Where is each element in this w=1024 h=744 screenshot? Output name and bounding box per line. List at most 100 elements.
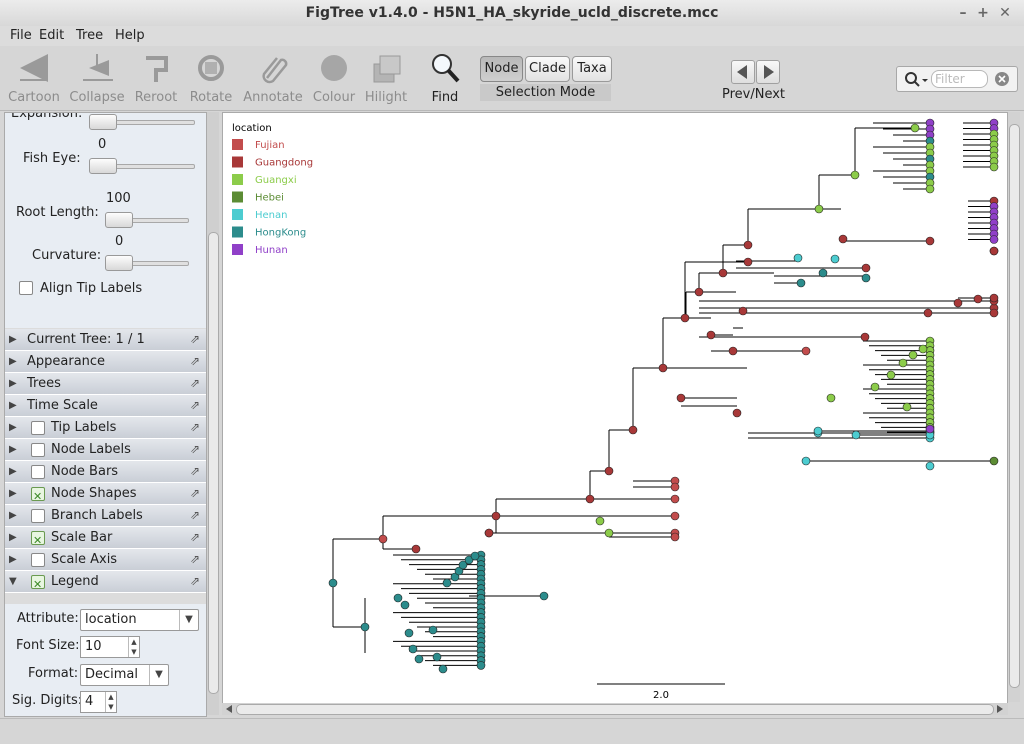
section-time-scale[interactable]: ▶ Time Scale ⇗ — [5, 395, 206, 417]
canvas-vertical-scrollbar[interactable] — [1008, 112, 1020, 702]
menu-file[interactable]: File — [10, 28, 32, 43]
section-trees[interactable]: ▶ Trees ⇗ — [5, 373, 206, 395]
panel-scrollbar[interactable] — [207, 112, 219, 715]
pin-icon[interactable]: ⇗ — [190, 373, 200, 394]
format-select[interactable]: Decimal ▼ — [80, 664, 169, 686]
expansion-slider[interactable] — [89, 114, 195, 130]
hilight-button[interactable]: Hilight — [364, 50, 408, 105]
section-checkbox[interactable] — [31, 530, 45, 551]
spinner-arrows-icon[interactable]: ▲ ▼ — [105, 692, 116, 712]
cartoon-button[interactable]: Cartoon — [6, 50, 62, 105]
pin-icon[interactable]: ⇗ — [190, 439, 200, 460]
pin-icon[interactable]: ⇗ — [190, 571, 200, 592]
collapse-button[interactable]: Collapse — [68, 50, 126, 105]
menu-edit[interactable]: Edit — [39, 28, 64, 43]
section-scale-bar[interactable]: ▶ Scale Bar ⇗ — [5, 527, 206, 551]
slider-knob[interactable] — [89, 158, 117, 174]
tree-node — [886, 370, 896, 380]
fisheye-slider[interactable] — [89, 158, 195, 174]
collapsed-arrow-icon[interactable]: ▶ — [9, 395, 17, 416]
toolbar: Cartoon Collapse Reroot Rotate Annotate … — [0, 46, 1024, 111]
filter-input[interactable]: Filter — [931, 70, 988, 88]
section-branch-labels[interactable]: ▶ Branch Labels ⇗ — [5, 505, 206, 527]
taxa-mode-button[interactable]: Taxa — [572, 56, 612, 82]
cartoon-icon — [20, 54, 48, 82]
pin-icon[interactable]: ⇗ — [190, 395, 200, 416]
rotate-button[interactable]: Rotate — [186, 50, 236, 105]
section-tip-labels[interactable]: ▶ Tip Labels ⇗ — [5, 417, 206, 439]
tree-view[interactable]: location Fujian Guangdong Guangxi Hebei Henan… — [223, 113, 1007, 703]
section-checkbox[interactable] — [31, 486, 45, 507]
section-checkbox[interactable] — [31, 553, 45, 567]
slider-knob[interactable] — [105, 212, 133, 228]
spinner-arrows-icon[interactable]: ▲ ▼ — [128, 637, 139, 657]
colour-button[interactable]: Colour — [310, 50, 358, 105]
section-node-bars[interactable]: ▶ Node Bars ⇗ — [5, 461, 206, 483]
section-checkbox[interactable] — [31, 465, 45, 479]
collapsed-arrow-icon[interactable]: ▶ — [9, 527, 17, 548]
node-mode-button[interactable]: Node — [480, 56, 523, 82]
collapsed-arrow-icon[interactable]: ▶ — [9, 439, 17, 460]
collapsed-arrow-icon[interactable]: ▶ — [9, 549, 17, 570]
find-button[interactable]: Find — [424, 50, 466, 105]
slider-knob[interactable] — [105, 255, 133, 271]
section-appearance[interactable]: ▶ Appearance ⇗ — [5, 351, 206, 373]
search-icon[interactable] — [901, 68, 931, 90]
pin-icon[interactable]: ⇗ — [190, 417, 200, 438]
scrollbar-thumb[interactable] — [208, 232, 219, 694]
attribute-select[interactable]: location ▼ — [80, 609, 199, 631]
clear-icon[interactable] — [994, 71, 1010, 87]
annotate-button[interactable]: Annotate — [242, 50, 304, 105]
font-size-spinner[interactable]: 10 ▲ ▼ — [80, 636, 140, 658]
collapsed-arrow-icon[interactable]: ▶ — [9, 461, 17, 482]
sig-digits-label: Sig. Digits: — [12, 693, 83, 708]
section-legend[interactable]: ▼ Legend ⇗ — [5, 571, 206, 595]
collapsed-arrow-icon[interactable]: ▶ — [9, 373, 17, 394]
menu-tree[interactable]: Tree — [76, 28, 103, 43]
pin-icon[interactable]: ⇗ — [190, 351, 200, 372]
minimize-icon[interactable]: – — [954, 0, 972, 26]
pin-icon[interactable]: ⇗ — [190, 527, 200, 548]
expanded-arrow-icon[interactable]: ▼ — [9, 571, 17, 592]
layout-controls: Expansion: 0 Fish Eye: 100 Root Length: … — [5, 113, 206, 328]
scrollbar-thumb[interactable] — [1009, 124, 1020, 688]
next-button[interactable] — [756, 60, 780, 84]
collapsed-arrow-icon[interactable]: ▶ — [9, 351, 17, 372]
section-checkbox[interactable] — [31, 509, 45, 523]
section-checkbox[interactable] — [31, 574, 45, 595]
tree-node — [470, 551, 480, 561]
root-length-slider[interactable] — [105, 212, 189, 228]
section-node-shapes[interactable]: ▶ Node Shapes ⇗ — [5, 483, 206, 507]
align-tip-labels-checkbox[interactable] — [19, 281, 33, 295]
close-icon[interactable]: ✕ — [996, 0, 1014, 26]
pin-icon[interactable]: ⇗ — [190, 549, 200, 570]
clade-mode-button[interactable]: Clade — [525, 56, 570, 82]
scrollbar-thumb[interactable] — [236, 704, 994, 715]
collapsed-arrow-icon[interactable]: ▶ — [9, 417, 17, 438]
scroll-left-icon[interactable] — [223, 703, 235, 715]
sig-digits-spinner[interactable]: 4 ▲ ▼ — [80, 691, 117, 713]
pin-icon[interactable]: ⇗ — [190, 483, 200, 504]
section-current-tree-1-1[interactable]: ▶ Current Tree: 1 / 1 ⇗ — [5, 329, 206, 351]
pin-icon[interactable]: ⇗ — [190, 461, 200, 482]
slider-knob[interactable] — [89, 114, 117, 130]
reroot-button[interactable]: Reroot — [132, 50, 180, 105]
collapsed-arrow-icon[interactable]: ▶ — [9, 329, 17, 350]
curvature-slider[interactable] — [105, 255, 189, 271]
pin-icon[interactable]: ⇗ — [190, 329, 200, 350]
collapsed-arrow-icon[interactable]: ▶ — [9, 505, 17, 526]
section-scale-axis[interactable]: ▶ Scale Axis ⇗ — [5, 549, 206, 571]
scroll-right-icon[interactable] — [994, 703, 1006, 715]
collapsed-arrow-icon[interactable]: ▶ — [9, 483, 17, 504]
section-checkbox[interactable] — [31, 421, 45, 435]
canvas-horizontal-scrollbar[interactable] — [222, 703, 1008, 715]
section-node-labels[interactable]: ▶ Node Labels ⇗ — [5, 439, 206, 461]
tree-node — [908, 350, 918, 360]
pin-icon[interactable]: ⇗ — [190, 505, 200, 526]
tree-canvas[interactable]: location Fujian Guangdong Guangxi Hebei Henan… — [222, 112, 1008, 704]
maximize-icon[interactable]: + — [974, 0, 992, 26]
menu-help[interactable]: Help — [115, 28, 145, 43]
tree-node — [813, 426, 823, 436]
section-checkbox[interactable] — [31, 443, 45, 457]
prev-button[interactable] — [731, 60, 755, 84]
